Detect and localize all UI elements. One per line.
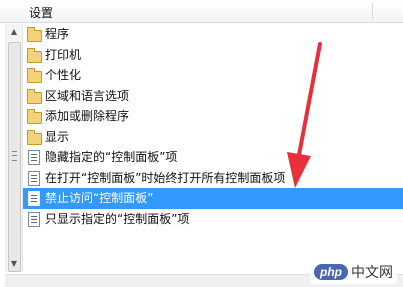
list-item-personalization[interactable]: 个性化 xyxy=(23,65,403,86)
list-item-label: 打印机 xyxy=(45,47,82,62)
folder-icon xyxy=(27,129,42,145)
list-item-label: 隐藏指定的“控制面板”项 xyxy=(45,150,178,164)
list-item-display[interactable]: 显示 xyxy=(23,127,403,148)
watermark-logo: php xyxy=(314,264,348,280)
policy-setting-icon xyxy=(27,211,40,227)
list-item-label: 只显示指定的“控制面板”项 xyxy=(45,211,190,226)
vertical-scrollbar[interactable]: ▲ ▼ xyxy=(5,24,23,272)
list-item-add-remove-programs[interactable]: 添加或删除程序 xyxy=(23,106,403,127)
watermark: php 中文网 xyxy=(310,260,397,284)
list-item-region-language[interactable]: 区域和语言选项 xyxy=(23,86,403,107)
column-divider[interactable] xyxy=(372,3,373,19)
list-item-show-only-specified[interactable]: 只显示指定的“控制面板”项 xyxy=(23,209,403,230)
list-item-label: 程序 xyxy=(45,27,70,41)
list-item-programs[interactable]: 程序 xyxy=(23,24,403,45)
policy-setting-icon xyxy=(27,150,40,165)
list-item-label: 显示 xyxy=(45,129,70,144)
list-item-label: 添加或删除程序 xyxy=(45,109,130,123)
policy-setting-icon xyxy=(27,191,40,206)
grip-icon xyxy=(12,151,17,161)
list-item-label: 禁止访问“控制面板” xyxy=(45,191,154,205)
settings-list: 程序 打印机 个性化 区域和语言选项 添加或删除程序 显示 隐藏指定的“控制面板… xyxy=(23,24,403,229)
list-item-label: 在打开“控制面板”时始终打开所有控制面板项 xyxy=(45,170,286,185)
policy-setting-icon xyxy=(27,170,40,186)
column-header[interactable]: 设置 xyxy=(0,0,403,23)
list-item-prohibit-access[interactable]: 禁止访问“控制面板” xyxy=(23,188,403,209)
settings-panel: 设置 ▲ ▼ 程序 打印机 个性化 区域和语言选项 添加或删除程序 显示 隐藏指… xyxy=(0,0,403,287)
scroll-down-icon[interactable]: ▼ xyxy=(6,256,22,272)
list-item-always-open-all[interactable]: 在打开“控制面板”时始终打开所有控制面板项 xyxy=(23,168,403,189)
folder-icon xyxy=(27,88,42,104)
folder-icon xyxy=(27,27,42,42)
folder-icon xyxy=(27,109,42,124)
folder-icon xyxy=(27,68,42,83)
list-item-label: 区域和语言选项 xyxy=(45,88,130,103)
list-item-hide-specified[interactable]: 隐藏指定的“控制面板”项 xyxy=(23,147,403,168)
scroll-up-icon[interactable]: ▲ xyxy=(6,24,22,40)
list-item-printers[interactable]: 打印机 xyxy=(23,45,403,66)
list-item-label: 个性化 xyxy=(45,68,82,82)
folder-icon xyxy=(27,47,42,63)
watermark-text: 中文网 xyxy=(351,265,393,281)
scroll-thumb[interactable] xyxy=(8,42,21,272)
column-header-title: 设置 xyxy=(29,6,54,20)
